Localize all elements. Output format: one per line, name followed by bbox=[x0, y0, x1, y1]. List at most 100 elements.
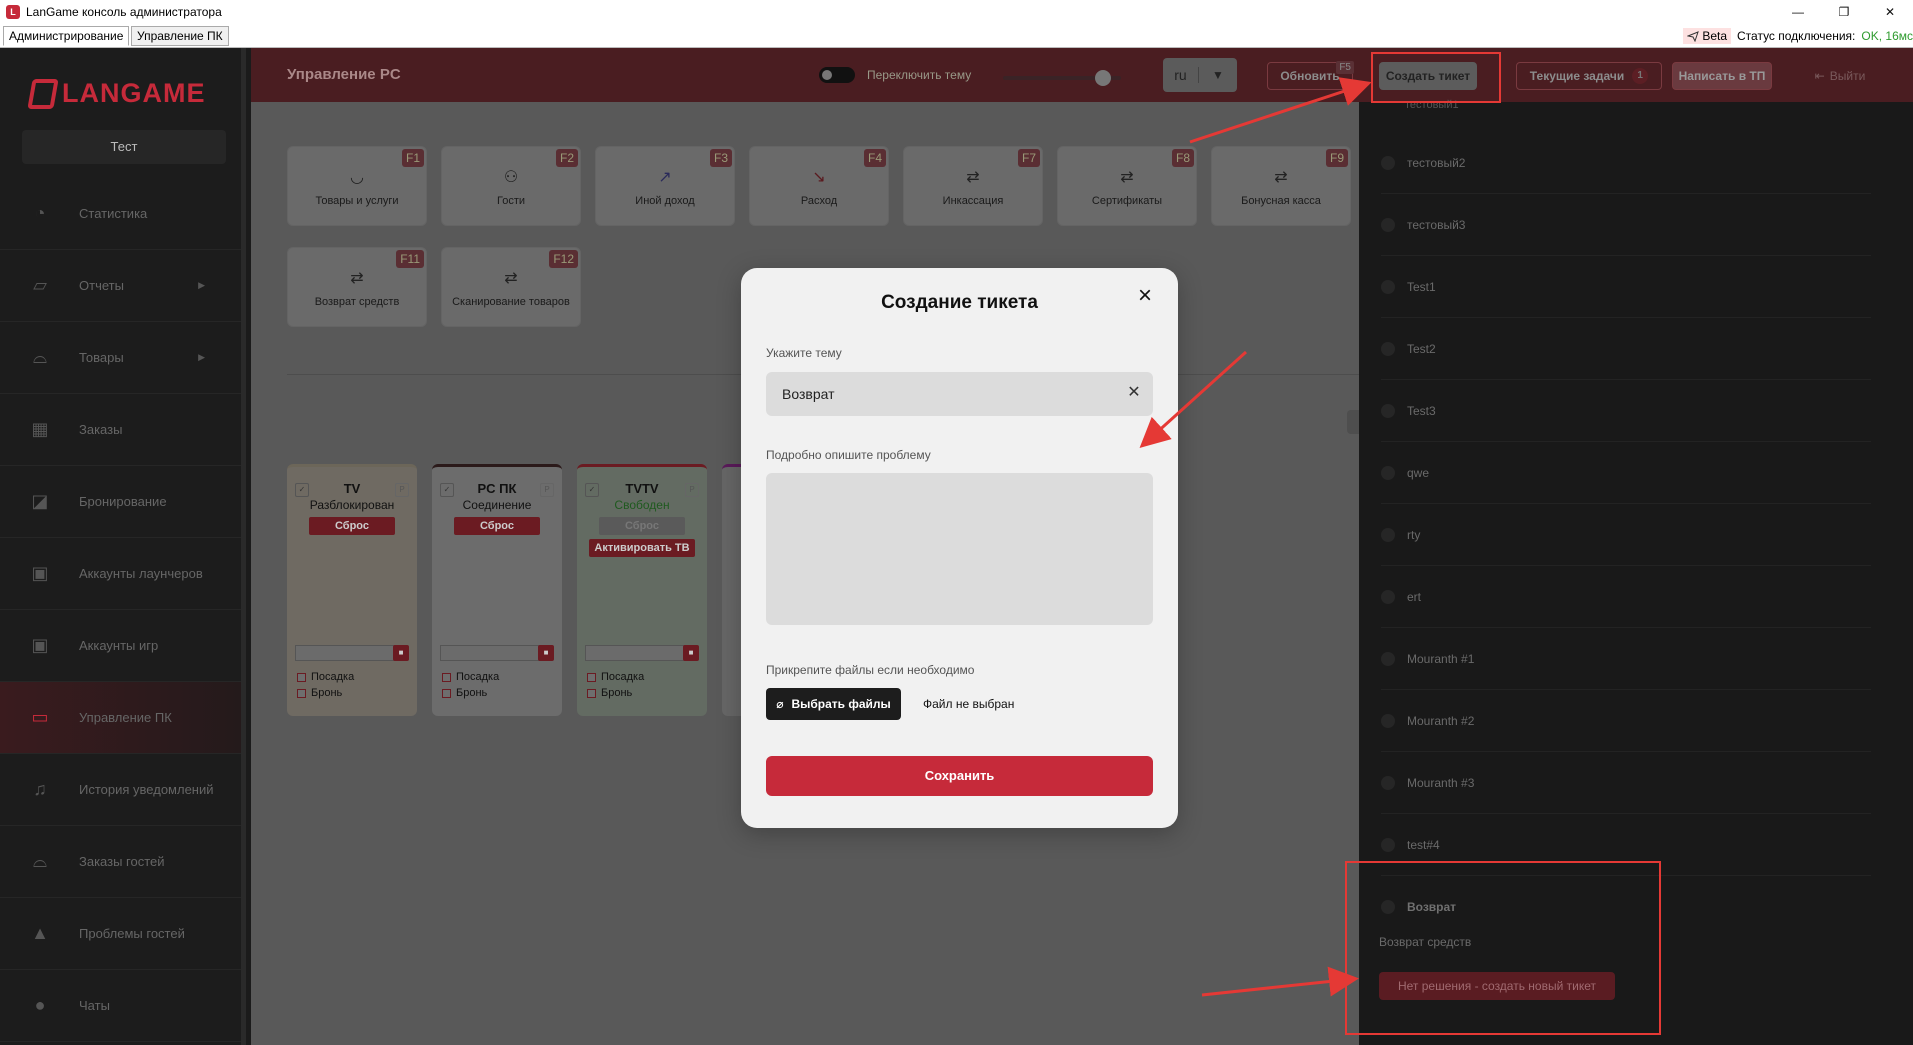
sidebar-item-pc-management[interactable]: ▭ Управление ПК bbox=[0, 682, 241, 754]
option-label: Посадка bbox=[601, 671, 645, 683]
checkbox[interactable] bbox=[297, 688, 306, 698]
task-item[interactable]: Mouranth #1 bbox=[1381, 628, 1871, 690]
pc-card-pc[interactable]: ✓ P PC ПК Соединение Сброс ■ Посадка Бро… bbox=[432, 464, 562, 716]
tile-certificates[interactable]: F8 ⇄ Сертификаты bbox=[1057, 146, 1197, 226]
sidebar-item-guest-orders[interactable]: ⌓ Заказы гостей bbox=[0, 826, 241, 898]
no-file-text: Файл не выбран bbox=[923, 697, 1015, 711]
sidebar-item-label: Аккаунты лаунчеров bbox=[79, 566, 203, 581]
pc-note-input[interactable] bbox=[585, 645, 685, 661]
task-item[interactable]: Mouranth #2 bbox=[1381, 690, 1871, 752]
logo-mark-icon bbox=[27, 78, 59, 109]
task-item[interactable]: тестовый3 bbox=[1381, 194, 1871, 256]
tile-guests[interactable]: F2 ⚇ Гости bbox=[441, 146, 581, 226]
club-selector[interactable]: Тест bbox=[22, 130, 226, 164]
tile-label: Сертификаты bbox=[1091, 195, 1163, 207]
close-icon[interactable]: × bbox=[1134, 284, 1156, 308]
sidebar-item-booking[interactable]: ◪ Бронирование bbox=[0, 466, 241, 538]
tasks-count-badge: 1 bbox=[1632, 68, 1649, 84]
pc-reset-button[interactable]: Сброс bbox=[309, 517, 395, 535]
tile-products-services[interactable]: F1 ◡ Товары и услуги bbox=[287, 146, 427, 226]
task-item[interactable]: qwe bbox=[1381, 442, 1871, 504]
save-button[interactable]: Сохранить bbox=[766, 756, 1153, 796]
logout-button[interactable]: ⇤ Выйти bbox=[1801, 62, 1879, 90]
task-status-icon bbox=[1381, 279, 1395, 294]
close-window-button[interactable]: ✕ bbox=[1867, 0, 1913, 24]
sidebar-item-reports[interactable]: ▱ Отчеты ▶ bbox=[0, 250, 241, 322]
slider-knob[interactable] bbox=[1095, 70, 1111, 86]
pc-booking-option[interactable]: Бронь bbox=[442, 687, 487, 699]
task-name: test#4 bbox=[1407, 837, 1440, 852]
task-item-open[interactable]: Возврат bbox=[1381, 876, 1871, 938]
checkbox[interactable] bbox=[297, 672, 306, 682]
current-tasks-button[interactable]: Текущие задачи 1 bbox=[1516, 62, 1662, 90]
sidebar-item-launcher-accounts[interactable]: ▣ Аккаунты лаунчеров bbox=[0, 538, 241, 610]
task-item[interactable]: Test3 bbox=[1381, 380, 1871, 442]
description-textarea[interactable] bbox=[766, 473, 1153, 625]
tile-encashment[interactable]: F7 ⇄ Инкассация bbox=[903, 146, 1043, 226]
pc-booking-option[interactable]: Бронь bbox=[297, 687, 342, 699]
pc-note-input[interactable] bbox=[295, 645, 395, 661]
tile-expense[interactable]: F4 ↘ Расход bbox=[749, 146, 889, 226]
cash-exchange-icon: ⇄ bbox=[1120, 169, 1134, 186]
choose-files-button[interactable]: ⌀ Выбрать файлы bbox=[766, 688, 901, 720]
task-item[interactable]: rty bbox=[1381, 504, 1871, 566]
save-icon[interactable]: ■ bbox=[683, 645, 699, 661]
task-item[interactable]: Test1 bbox=[1381, 256, 1871, 318]
refresh-button[interactable]: Обновить F5 bbox=[1267, 61, 1354, 90]
pc-card-tv[interactable]: ✓ P TV Разблокирован Сброс ■ Посадка Бро… bbox=[287, 464, 417, 716]
restore-button[interactable]: ❐ bbox=[1821, 0, 1867, 24]
tile-other-income[interactable]: F3 ↗ Иной доход bbox=[595, 146, 735, 226]
pc-boarding-option[interactable]: Посадка bbox=[442, 671, 499, 683]
tab-pc-management[interactable]: Управление ПК bbox=[131, 26, 229, 46]
activate-tv-button[interactable]: Активировать ТВ bbox=[589, 539, 695, 557]
tile-label: Сканирование товаров bbox=[452, 296, 570, 308]
sidebar-item-products[interactable]: ⌓ Товары ▶ bbox=[0, 322, 241, 394]
clear-icon[interactable]: ✕ bbox=[1123, 382, 1145, 404]
tab-administration[interactable]: Администрирование bbox=[3, 26, 130, 46]
create-new-ticket-button[interactable]: Нет решения - создать новый тикет bbox=[1379, 972, 1615, 1000]
collapse-handle[interactable] bbox=[1347, 410, 1359, 434]
sidebar-item-notification-history[interactable]: ♫ История уведомлений bbox=[0, 754, 241, 826]
sidebar-item-statistics[interactable]: ◔ Статистика bbox=[0, 178, 241, 250]
checkbox[interactable] bbox=[442, 672, 451, 682]
bell-icon: ♫ bbox=[33, 779, 47, 799]
sidebar-item-chats[interactable]: ● Чаты bbox=[0, 970, 241, 1042]
task-item[interactable]: test#4 bbox=[1381, 814, 1871, 876]
pc-boarding-option[interactable]: Посадка bbox=[297, 671, 354, 683]
sidebar-item-label: Аккаунты игр bbox=[79, 638, 159, 653]
task-item[interactable]: тестовый2 bbox=[1381, 132, 1871, 194]
tile-scan-products[interactable]: F12 ⇄ Сканирование товаров bbox=[441, 247, 581, 327]
checkbox[interactable] bbox=[442, 688, 451, 698]
page-title: Управление PC bbox=[287, 66, 401, 83]
subject-input[interactable] bbox=[766, 372, 1153, 416]
task-item[interactable]: ert bbox=[1381, 566, 1871, 628]
pc-name: TV bbox=[343, 481, 361, 496]
task-item[interactable]: Mouranth #3 bbox=[1381, 752, 1871, 814]
save-icon[interactable]: ■ bbox=[393, 645, 409, 661]
sidebar-item-guest-problems[interactable]: ▲ Проблемы гостей bbox=[0, 898, 241, 970]
checkbox[interactable] bbox=[587, 688, 596, 698]
pc-note-input[interactable] bbox=[440, 645, 540, 661]
tile-refund[interactable]: F11 ⇄ Возврат средств bbox=[287, 247, 427, 327]
language-select[interactable]: ru ▼ bbox=[1163, 58, 1237, 92]
save-icon[interactable]: ■ bbox=[538, 645, 554, 661]
theme-toggle[interactable] bbox=[819, 67, 855, 83]
checkbox[interactable] bbox=[587, 672, 596, 682]
pc-booking-option[interactable]: Бронь bbox=[587, 687, 632, 699]
users-icon: ⚇ bbox=[503, 169, 519, 186]
write-support-button[interactable]: Написать в ТП bbox=[1672, 62, 1772, 90]
volume-slider[interactable] bbox=[1003, 70, 1121, 86]
create-ticket-button[interactable]: Создать тикет bbox=[1379, 62, 1477, 90]
refresh-label: Обновить bbox=[1280, 69, 1340, 83]
pc-card-tvtv[interactable]: ✓ P TVTV Свободен Сброс Активировать ТВ … bbox=[577, 464, 707, 716]
task-item-cut: тестовый1 bbox=[1405, 99, 1459, 111]
pc-reset-button[interactable]: Сброс bbox=[599, 517, 685, 535]
sidebar-item-game-accounts[interactable]: ▣ Аккаунты игр bbox=[0, 610, 241, 682]
tile-bonus-cash[interactable]: F9 ⇄ Бонусная касса bbox=[1211, 146, 1351, 226]
pc-reset-button[interactable]: Сброс bbox=[454, 517, 540, 535]
plane-icon bbox=[1687, 31, 1700, 42]
pc-boarding-option[interactable]: Посадка bbox=[587, 671, 644, 683]
minimize-button[interactable]: — bbox=[1775, 0, 1821, 24]
sidebar-item-orders[interactable]: ▦ Заказы bbox=[0, 394, 241, 466]
task-item[interactable]: Test2 bbox=[1381, 318, 1871, 380]
